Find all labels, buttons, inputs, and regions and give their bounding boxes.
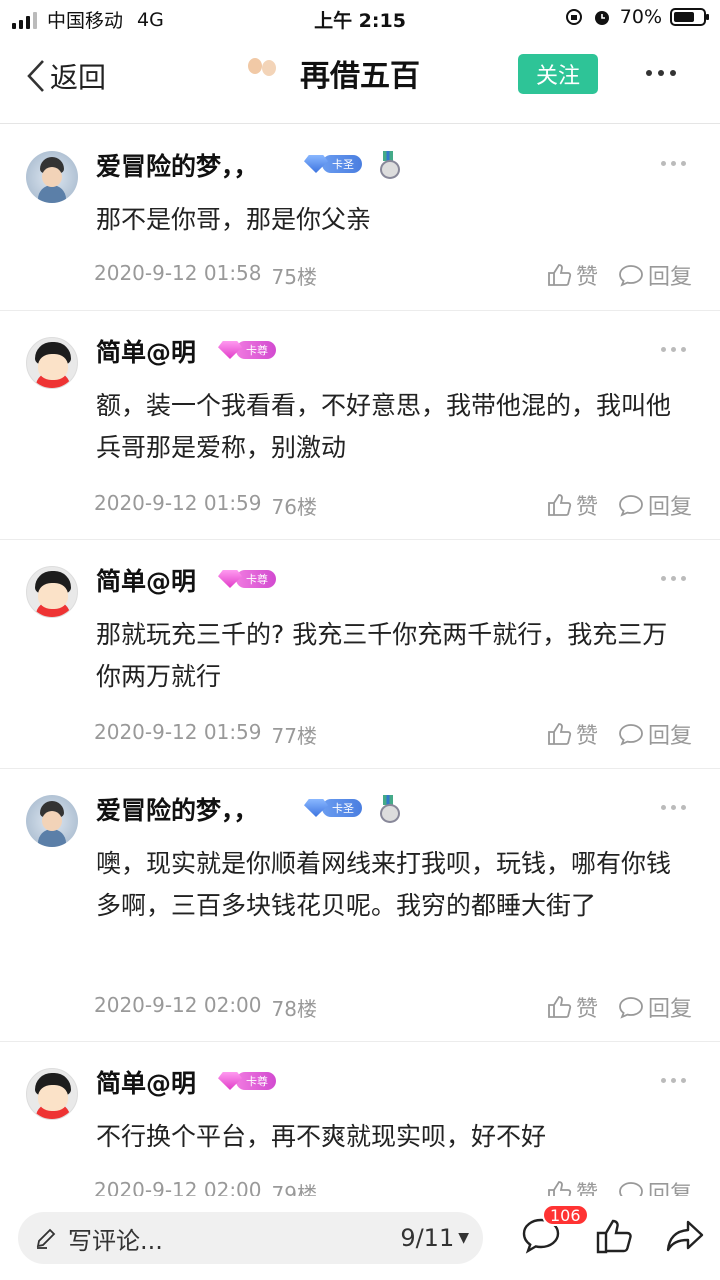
battery-percent: 70% [619,6,662,28]
level-badge: 卡圣 [304,153,362,175]
avatar[interactable] [26,337,78,389]
medal-icon [380,795,400,823]
more-dots-icon[interactable] [661,576,686,581]
username[interactable]: 简单@明 [96,333,196,369]
avatar[interactable] [26,566,78,618]
reply-bubble-icon [619,265,643,287]
post-time: 2020-9-12 01:58 [94,261,262,285]
username[interactable]: 简单@明 [96,562,196,598]
like-button[interactable]: 赞 [546,718,598,750]
post-content: 那不是你哥，那是你父亲 [96,205,372,234]
post-meta: 2020-9-12 01:58 75楼 [94,261,317,290]
avatar[interactable] [26,151,78,203]
status-bar: 中国移动 4G 上午 2:15 70% [0,0,720,36]
floor-number: 75楼 [271,265,317,289]
avatar[interactable] [26,795,78,847]
reply-bubble-icon [619,997,643,1019]
username[interactable]: 爱冒险的梦，， [96,147,259,183]
level-badge: 卡圣 [304,797,362,819]
post-meta: 2020-9-12 01:59 76楼 [94,491,317,520]
level-badge: 卡尊 [218,568,276,590]
reply-bubble-icon [619,724,643,746]
reply-button[interactable]: 回复 [618,718,692,750]
rotation-lock-icon [565,9,582,25]
level-badge: 卡尊 [218,1070,276,1092]
battery-icon [670,8,709,26]
post-meta: 2020-9-12 01:59 77楼 [94,720,317,749]
bottom-bar: 写评论... 9/11 ▼ 106 [0,1196,720,1280]
post-time: 2020-9-12 02:00 [94,1178,262,1196]
back-label: 返回 [50,61,107,94]
post-time: 2020-9-12 01:59 [94,491,262,515]
post-meta: 2020-9-12 02:00 79楼 [94,1178,317,1196]
list-item: 爱冒险的梦，， 卡圣 那不是你哥，那是你父亲 2020-9-12 01:58 7… [0,125,720,311]
top-navigation-bar: 返回 再借五百 关注 [0,36,720,124]
more-dots-icon[interactable] [646,70,676,76]
like-icon[interactable] [594,1216,634,1256]
back-button[interactable]: 返回 [26,56,106,96]
share-icon[interactable] [664,1216,706,1256]
post-meta: 2020-9-12 02:00 78楼 [94,993,317,1022]
thumbs-up-icon [548,723,572,745]
reply-bubble-icon [619,1182,643,1196]
post-time: 2020-9-12 01:59 [94,720,262,744]
reply-button[interactable]: 回复 [618,1176,692,1196]
floor-number: 78楼 [271,997,317,1021]
page-title: 再借五百 [300,59,420,94]
floor-number: 79楼 [271,1182,317,1196]
comment-placeholder: 写评论... [68,1226,163,1255]
reply-bubble-icon [619,495,643,517]
list-item: 简单@明 卡尊 额，装一个我看看，不好意思，我带他混的，我叫他兵哥那是爱称，别激… [0,311,720,540]
thumbs-up-icon [548,1181,572,1196]
post-content: 不行换个平台，再不爽就现实呗，好不好 [96,1122,547,1151]
more-dots-icon[interactable] [661,161,686,166]
caret-down-icon: ▼ [458,1230,469,1246]
like-button[interactable]: 赞 [546,991,598,1023]
more-dots-icon[interactable] [661,805,686,810]
back-chevron-icon [27,60,44,92]
like-button[interactable]: 赞 [546,259,598,291]
level-badge: 卡尊 [218,339,276,361]
username[interactable]: 简单@明 [96,1064,196,1100]
floor-number: 76楼 [271,495,317,519]
avatar[interactable] [26,1068,78,1120]
follow-button[interactable]: 关注 [518,54,598,94]
post-content: 额，装一个我看看，不好意思，我带他混的，我叫他兵哥那是爱称，别激动 [96,391,672,462]
page-indicator[interactable]: 9/11 ▼ [400,1212,469,1264]
pencil-icon [36,1228,56,1249]
reply-button[interactable]: 回复 [618,489,692,521]
list-item: 简单@明 卡尊 那就玩充三千的? 我充三千你充两千就行，我充三万你两万就行 20… [0,540,720,769]
more-dots-icon[interactable] [661,347,686,352]
list-item: 爱冒险的梦，， 卡圣 噢，现实就是你顺着网线来打我呗，玩钱，哪有你钱多啊，三百多… [0,769,720,1042]
floor-number: 77楼 [271,724,317,748]
like-button[interactable]: 赞 [546,1176,598,1196]
more-dots-icon[interactable] [661,1078,686,1083]
comment-count-badge: 106 [542,1204,589,1226]
post-content: 噢，现实就是你顺着网线来打我呗，玩钱，哪有你钱多啊，三百多块钱花贝呢。我穷的都睡… [96,849,672,920]
comment-input[interactable]: 写评论... 9/11 ▼ [18,1212,483,1264]
reply-button[interactable]: 回复 [618,259,692,291]
like-button[interactable]: 赞 [546,489,598,521]
medal-icon [380,151,400,179]
forum-avatar[interactable] [236,48,286,98]
username[interactable]: 爱冒险的梦，， [96,791,259,827]
thumbs-up-icon [548,264,572,286]
alarm-icon [594,11,609,25]
post-content: 那就玩充三千的? 我充三千你充两千就行，我充三万你两万就行 [96,620,668,691]
reply-button[interactable]: 回复 [618,991,692,1023]
thumbs-up-icon [548,996,572,1018]
list-item: 简单@明 卡尊 不行换个平台，再不爽就现实呗，好不好 2020-9-12 02:… [0,1042,720,1196]
post-time: 2020-9-12 02:00 [94,993,262,1017]
thumbs-up-icon [548,494,572,516]
